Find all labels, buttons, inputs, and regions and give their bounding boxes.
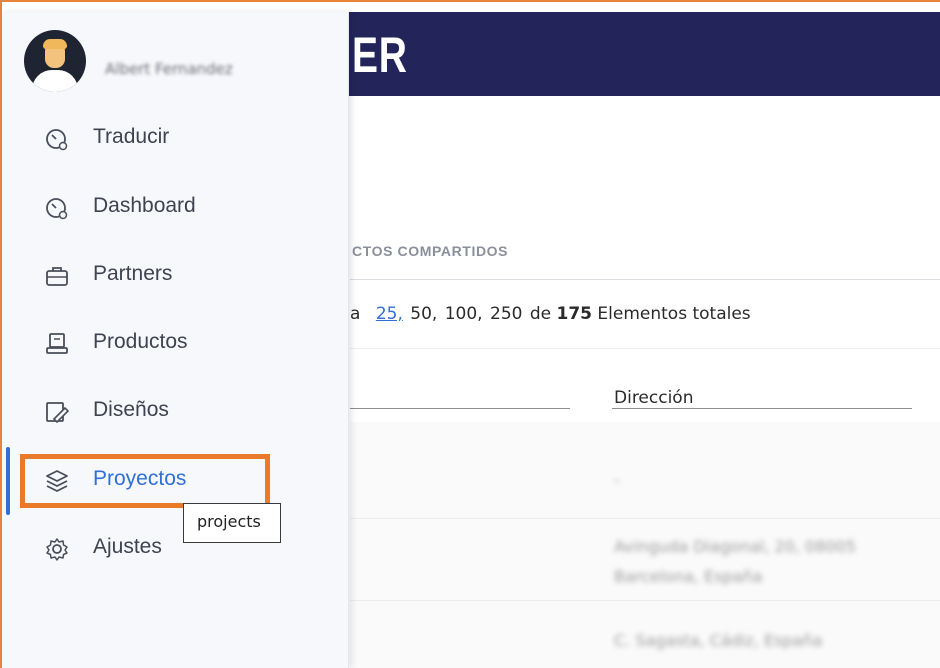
sidebar-item-label: Dashboard xyxy=(93,194,196,217)
pager-de: de xyxy=(529,304,552,324)
total-count: 175 xyxy=(556,304,593,324)
brand-logo-text: ER xyxy=(352,27,408,83)
page-size-option-250[interactable]: 250 xyxy=(490,304,522,324)
page-size-option-100[interactable]: 100, xyxy=(445,304,483,324)
sidebar-item-proyectos[interactable]: Proyectos xyxy=(2,455,348,507)
sidebar-item-partners[interactable]: Partners xyxy=(2,250,348,302)
tabs-divider xyxy=(350,279,940,280)
column-header-address[interactable]: Dirección xyxy=(614,388,693,408)
sidebar-item-label: Partners xyxy=(93,262,173,285)
briefcase-icon xyxy=(44,263,70,289)
sidebar-item-disenos[interactable]: Diseños xyxy=(2,386,348,438)
row-divider xyxy=(350,600,940,601)
column-header-underline xyxy=(350,408,570,409)
avatar[interactable] xyxy=(24,30,86,92)
gear-icon xyxy=(44,536,70,562)
user-name: Albert Fernandez xyxy=(105,60,233,78)
sidebar-item-label: Ajustes xyxy=(93,535,162,558)
layers-icon xyxy=(44,468,70,494)
pagination-bar: a 25, 50, 100, 250 de 175 Elementos tota… xyxy=(350,304,751,324)
tab-shared-projects[interactable]: CTOS COMPARTIDOS xyxy=(352,243,508,259)
page-size-option-25[interactable]: 25, xyxy=(376,304,403,324)
table-row-address: C. Sagasta, Cádiz, España xyxy=(614,631,823,650)
sidebar-item-label: Diseños xyxy=(93,398,169,421)
sidebar-item-label: Traducir xyxy=(93,125,170,148)
sidebar-item-dashboard[interactable]: Dashboard xyxy=(2,182,348,234)
machine-icon xyxy=(44,331,70,357)
table-row-address: Avinguda Diagonal, 20, 08005 Barcelona, … xyxy=(614,537,856,586)
avatar-body xyxy=(32,70,78,92)
tooltip: projects xyxy=(183,503,281,543)
pager-prefix: a xyxy=(350,304,361,324)
row-divider xyxy=(350,518,940,519)
sidebar-item-productos[interactable]: Productos xyxy=(2,318,348,370)
sidebar-item-ajustes[interactable]: Ajustes xyxy=(2,523,348,575)
avatar-hair xyxy=(43,39,67,49)
gauge-icon xyxy=(44,195,70,221)
gauge-icon xyxy=(44,126,70,152)
column-header-address-underline xyxy=(612,408,912,409)
active-item-indicator xyxy=(6,447,10,515)
sidebar-item-label: Proyectos xyxy=(93,467,187,490)
page-size-option-50[interactable]: 50, xyxy=(410,304,437,324)
pager-suffix: Elementos totales xyxy=(597,304,751,324)
sidebar: Albert Fernandez Traducir Dashboard Part… xyxy=(2,12,349,668)
sidebar-item-traducir[interactable]: Traducir xyxy=(2,113,348,165)
design-pencil-icon xyxy=(44,399,70,425)
pager-divider xyxy=(350,348,940,349)
sidebar-item-label: Productos xyxy=(93,330,188,353)
table-row-address: - xyxy=(614,471,620,490)
